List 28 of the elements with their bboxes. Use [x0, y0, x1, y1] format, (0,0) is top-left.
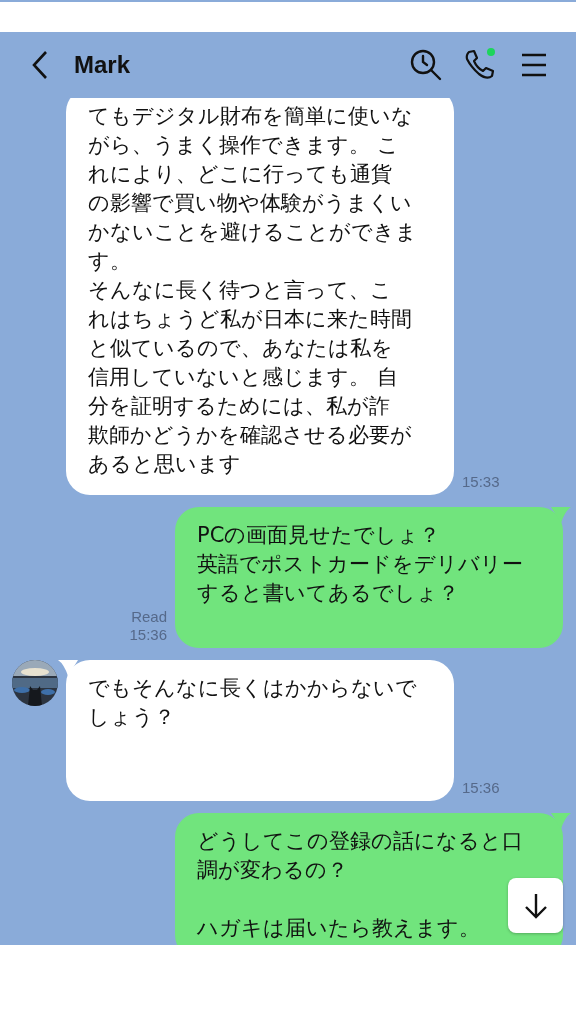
- message-time: 15:33: [462, 473, 500, 491]
- message-line: PCの画面見せたでしょ？: [197, 522, 442, 549]
- message-line: ハガキは届いたら教えます。: [197, 915, 481, 942]
- message-line: と似ているので、あなたは私を: [88, 335, 394, 362]
- message-line: がら、うまく操作できます。 こ: [88, 132, 400, 159]
- message-line: 分を証明するためには、私が詐: [88, 393, 391, 420]
- arrow-down-icon: [522, 891, 549, 920]
- message-line: てもデジタル財布を簡単に使いな: [88, 103, 414, 130]
- message-line: す。: [88, 248, 132, 275]
- message-line: かないことを避けることができま: [88, 219, 418, 246]
- message-time: 15:36: [129, 626, 167, 644]
- message-line: どうしてこの登録の話になると口: [197, 828, 524, 855]
- message-line: でもそんなに長くはかからないで: [88, 675, 418, 702]
- scroll-down-button[interactable]: [508, 878, 563, 933]
- message-line: あると思います: [88, 451, 242, 478]
- message-line: の影響で買い物や体験がうまくい: [88, 190, 413, 217]
- message-line: そんなに長く待つと言って、こ: [88, 277, 393, 304]
- message-time: 15:36: [462, 779, 500, 797]
- message-line: れにより、どこに行っても通貨: [88, 161, 393, 188]
- message-line: れはちょうど私が日本に来た時間: [88, 306, 413, 333]
- message-line: 信用していないと感じます。 自: [88, 364, 399, 391]
- read-receipt: Read: [131, 608, 167, 626]
- message-line: 英語でポストカードをデリバリー: [197, 551, 524, 578]
- chat-title: Mark: [74, 51, 131, 79]
- message-line: すると書いてあるでしょ？: [197, 580, 460, 607]
- message-line: 調が変わるの？: [197, 857, 349, 884]
- message-line: しょう？: [88, 704, 176, 731]
- message-line: 欺師かどうかを確認させる必要が: [88, 422, 413, 449]
